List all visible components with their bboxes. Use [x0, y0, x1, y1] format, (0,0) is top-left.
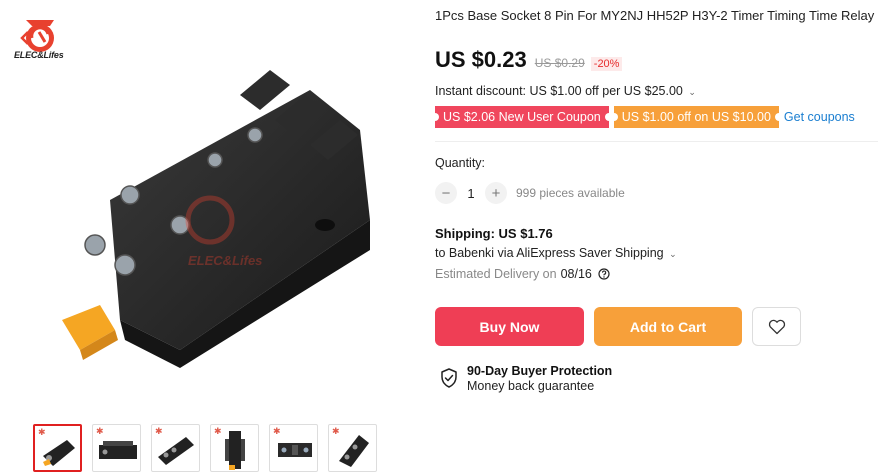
current-price: US $0.23 [435, 47, 527, 72]
watermark-text: ELEC&Lifes [188, 253, 262, 268]
quantity-stepper: − 1 + 999 pieces available [435, 182, 625, 204]
protection-subtitle: Money back guarantee [467, 379, 595, 393]
original-price: US $0.29 [534, 56, 585, 70]
delivery-date: 08/16 [560, 267, 592, 281]
quantity-decrease-button[interactable]: − [435, 182, 457, 204]
protection-title: 90-Day Buyer Protection [467, 364, 613, 378]
discount-badge: -20% [590, 57, 623, 71]
delivery-label: Estimated Delivery on [435, 267, 557, 281]
divider [435, 141, 878, 142]
shipping-title: Shipping: US $1.76 [435, 226, 553, 241]
product-title: 1Pcs Base Socket 8 Pin For MY2NJ HH52P H… [435, 8, 875, 23]
wishlist-button[interactable] [752, 307, 801, 346]
coupon-row: US $2.06 New User Coupon US $1.00 off on… [431, 106, 855, 128]
chevron-down-icon: ⌄ [669, 249, 677, 259]
help-icon[interactable] [598, 268, 610, 280]
thumbnail-5[interactable]: ✱ [269, 424, 318, 472]
chevron-down-icon: ⌄ [688, 87, 696, 97]
thumbnail-4[interactable]: ✱ [210, 424, 259, 472]
quantity-increase-button[interactable]: + [485, 182, 507, 204]
shield-check-icon [441, 368, 457, 388]
add-to-cart-button[interactable]: Add to Cart [594, 307, 742, 346]
thumbnail-6[interactable]: ✱ [328, 424, 377, 472]
estimated-delivery: Estimated Delivery on 08/16 [435, 267, 610, 281]
instant-discount[interactable]: Instant discount: US $1.00 off per US $2… [435, 84, 696, 98]
product-main-image[interactable]: ELEC&Lifes [40, 50, 410, 380]
quantity-input[interactable]: 1 [457, 186, 485, 201]
thumbnail-3[interactable]: ✱ [151, 424, 200, 472]
thumbnail-strip: ✱ ✱ ✱ ✱ ✱ ✱ [33, 424, 377, 472]
buyer-protection: 90-Day Buyer Protection Money back guara… [440, 364, 612, 393]
coupon-store[interactable]: US $1.00 off on US $10.00 [609, 106, 784, 128]
shipping-destination-text: to Babenki via AliExpress Saver Shipping [435, 246, 664, 260]
instant-discount-text: Instant discount: US $1.00 off per US $2… [435, 84, 683, 98]
coupon-new-user[interactable]: US $2.06 New User Coupon [431, 106, 613, 128]
action-buttons: Buy Now Add to Cart [435, 307, 801, 346]
price-row: US $0.23 US $0.29 -20% [435, 47, 623, 73]
quantity-label: Quantity: [435, 156, 486, 170]
pieces-available: 999 pieces available [516, 186, 625, 200]
thumbnail-1[interactable]: ✱ [33, 424, 82, 472]
heart-icon [768, 319, 785, 334]
get-coupons-link[interactable]: Get coupons [784, 110, 855, 124]
buy-now-button[interactable]: Buy Now [435, 307, 584, 346]
thumbnail-2[interactable]: ✱ [92, 424, 141, 472]
shipping-destination[interactable]: to Babenki via AliExpress Saver Shipping… [435, 246, 677, 260]
